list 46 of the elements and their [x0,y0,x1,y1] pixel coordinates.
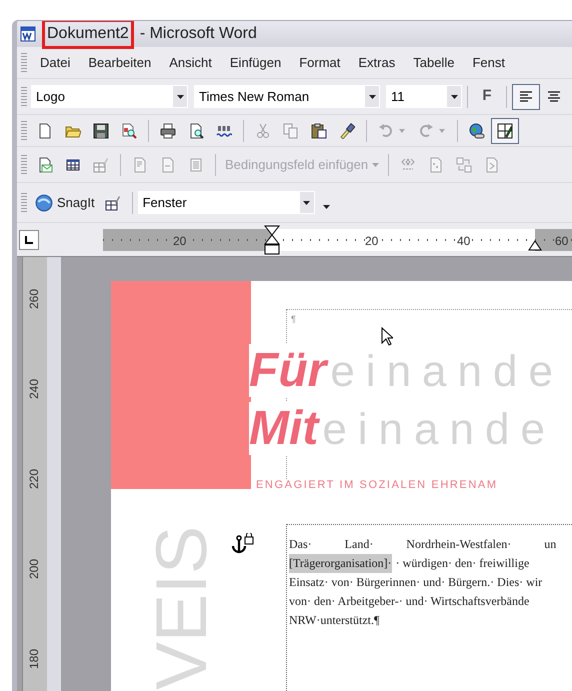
paragraph-text: von· den· Arbeitgeber-· und· Wirtschaftsverbände [289,593,530,610]
ruler-number: 260 [27,288,41,309]
ruler-number: 200 [27,558,41,579]
left-tab-icon [25,236,33,244]
dropdown-arrow-icon [368,94,376,98]
capture-mode-dropdown[interactable]: Fenster [138,191,315,214]
paragraph-text: Einsatz· von· Bürgerinnen· und· Bürgern.· Dies· wir [289,574,542,591]
font-dropdown[interactable]: Times New Roman [194,85,380,108]
menu-item[interactable]: Ansicht [160,52,221,72]
dropdown-arrow-icon [303,200,310,204]
menu-item[interactable]: Tabelle [404,52,464,72]
align-left-icon[interactable] [512,84,540,110]
dropdown-arrow-icon [372,162,380,166]
indent-marker-icon[interactable] [264,224,280,254]
anchor-lock-icon [231,533,255,555]
table-pencil-icon[interactable] [491,118,519,144]
menu-item[interactable]: Bearbeiten [79,52,160,72]
menu-item[interactable]: Einfügen [220,52,290,72]
window-title: Dokument2 [42,21,134,49]
logo-text: Mit [249,402,318,455]
word-document-icon [20,26,36,42]
paragraph-text: · würdigen· den· freiwillige [396,555,530,572]
globe-icon [35,194,53,212]
logo-tagline: ENGAGIERT IM SOZIALEN EHRENAM [256,478,498,493]
merge-field[interactable]: [Trägerorganisation]· [289,554,392,573]
paragraph-text: NRW·unterstützt.¶ [289,612,380,629]
bold-button[interactable]: F [473,84,501,110]
dropdown-arrow-icon [176,94,184,98]
ruler-number: 240 [27,378,41,399]
ruler-number: 180 [27,648,41,669]
style-dropdown[interactable]: Logo [31,85,188,108]
menu-item[interactable]: Fenst [463,52,514,72]
menu-item[interactable]: Extras [349,52,404,72]
ruler-number: 220 [27,468,41,489]
menu-item[interactable]: Format [290,52,350,72]
mouse-pointer-icon [381,327,393,346]
tab-selector-button[interactable] [19,230,39,250]
font-size-dropdown[interactable]: 11 [386,85,462,108]
menu-item[interactable]: Datei [31,52,80,72]
dropdown-arrow-icon [450,94,458,98]
paragraph-text: Das· Land· Nordrhein-Westfalen· un [289,536,556,553]
toolbar-options-icon [322,204,330,208]
snagit-button[interactable]: SnagIt [31,192,99,212]
paragraph-mark: ¶ [291,313,296,326]
window-title: - Microsoft Word [140,24,257,44]
logo-text: Für [249,344,326,397]
